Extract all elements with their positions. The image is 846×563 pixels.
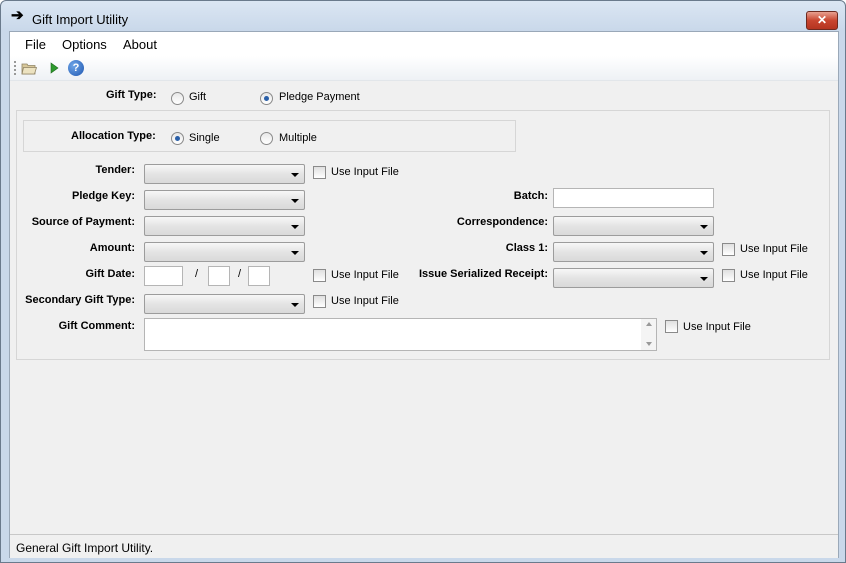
secondary-gift-type-dropdown[interactable] xyxy=(144,294,305,314)
allocation-multiple-radio[interactable] xyxy=(260,132,273,145)
toolbar-grip[interactable] xyxy=(14,61,16,75)
run-icon[interactable] xyxy=(46,60,62,76)
batch-input[interactable] xyxy=(553,188,714,208)
class1-use-input-file-label: Use Input File xyxy=(740,243,808,255)
gift-type-label: Gift Type: xyxy=(106,89,157,101)
gift-date-label: Gift Date: xyxy=(85,268,136,280)
status-bar: General Gift Import Utility. xyxy=(10,534,838,558)
pledge-key-label: Pledge Key: xyxy=(72,190,135,202)
source-of-payment-dropdown[interactable] xyxy=(144,216,305,236)
class1-label: Class 1: xyxy=(505,242,548,254)
batch-label: Batch: xyxy=(513,190,548,202)
issue-serialized-receipt-dropdown[interactable] xyxy=(553,268,714,288)
class1-use-input-file-checkbox[interactable] xyxy=(722,243,735,256)
window-title: Gift Import Utility xyxy=(32,12,129,27)
source-of-payment-label: Source of Payment: xyxy=(31,216,135,228)
tender-use-input-file-checkbox[interactable] xyxy=(313,166,326,179)
chevron-down-icon xyxy=(291,173,299,177)
chevron-down-icon xyxy=(700,251,708,255)
allocation-multiple-label: Multiple xyxy=(279,132,317,144)
amount-label: Amount: xyxy=(89,242,135,254)
chevron-down-icon xyxy=(700,225,708,229)
gift-date-separator-1: / xyxy=(195,268,199,280)
title-bar: ➔ Gift Import Utility ✕ xyxy=(1,1,845,31)
amount-dropdown[interactable] xyxy=(144,242,305,262)
scroll-down-icon[interactable] xyxy=(646,342,652,346)
secondary-gift-type-use-input-file-checkbox[interactable] xyxy=(313,295,326,308)
gift-date-separator-2: / xyxy=(238,268,242,280)
allocation-single-label: Single xyxy=(189,132,220,144)
gift-type-gift-label: Gift xyxy=(189,91,207,103)
close-button[interactable]: ✕ xyxy=(806,11,838,30)
gift-comment-scrollbar[interactable] xyxy=(641,319,656,350)
gift-comment-use-input-file-checkbox[interactable] xyxy=(665,320,678,333)
open-folder-icon[interactable] xyxy=(21,60,37,76)
menu-about[interactable]: About xyxy=(123,37,157,52)
correspondence-label: Correspondence: xyxy=(456,216,548,228)
gift-comment-textarea[interactable] xyxy=(144,318,657,351)
app-window: ➔ Gift Import Utility ✕ File Options Abo… xyxy=(0,0,846,563)
chevron-down-icon xyxy=(291,199,299,203)
chevron-down-icon xyxy=(291,303,299,307)
gift-type-gift-radio[interactable] xyxy=(171,92,184,105)
tender-dropdown[interactable] xyxy=(144,164,305,184)
correspondence-dropdown[interactable] xyxy=(553,216,714,236)
pledge-key-dropdown[interactable] xyxy=(144,190,305,210)
allocation-type-label: Allocation Type: xyxy=(71,130,156,142)
gift-date-month-input[interactable] xyxy=(144,266,183,286)
chevron-down-icon xyxy=(291,225,299,229)
menu-file[interactable]: File xyxy=(25,37,46,52)
allocation-single-radio[interactable] xyxy=(171,132,184,145)
tender-use-input-file-label: Use Input File xyxy=(331,166,399,178)
menu-options[interactable]: Options xyxy=(62,37,107,52)
gift-date-day-input[interactable] xyxy=(208,266,230,286)
secondary-gift-type-use-input-file-label: Use Input File xyxy=(331,295,399,307)
chevron-down-icon xyxy=(700,277,708,281)
arrow-right-icon: ➔ xyxy=(11,7,24,24)
gift-date-year-input[interactable] xyxy=(248,266,270,286)
chevron-down-icon xyxy=(291,251,299,255)
tender-label: Tender: xyxy=(95,164,135,176)
gift-comment-label: Gift Comment: xyxy=(58,320,135,332)
status-text: General Gift Import Utility. xyxy=(16,541,154,555)
issue-serialized-receipt-use-input-file-label: Use Input File xyxy=(740,269,808,281)
client-area: File Options About ? Gift Type: Gift Ple… xyxy=(9,31,839,558)
class1-dropdown[interactable] xyxy=(553,242,714,262)
secondary-gift-type-label: Secondary Gift Type: xyxy=(25,294,135,306)
menu-bar: File Options About xyxy=(10,32,838,56)
gift-date-use-input-file-label: Use Input File xyxy=(331,269,399,281)
gift-date-use-input-file-checkbox[interactable] xyxy=(313,269,326,282)
help-icon[interactable]: ? xyxy=(68,60,84,76)
issue-serialized-receipt-label: Issue Serialized Receipt: xyxy=(419,268,548,280)
scroll-up-icon[interactable] xyxy=(646,322,652,326)
gift-type-pledge-payment-label: Pledge Payment xyxy=(279,91,360,103)
issue-serialized-receipt-use-input-file-checkbox[interactable] xyxy=(722,269,735,282)
toolbar: ? xyxy=(10,56,838,81)
gift-type-pledge-payment-radio[interactable] xyxy=(260,92,273,105)
gift-comment-use-input-file-label: Use Input File xyxy=(683,321,751,333)
